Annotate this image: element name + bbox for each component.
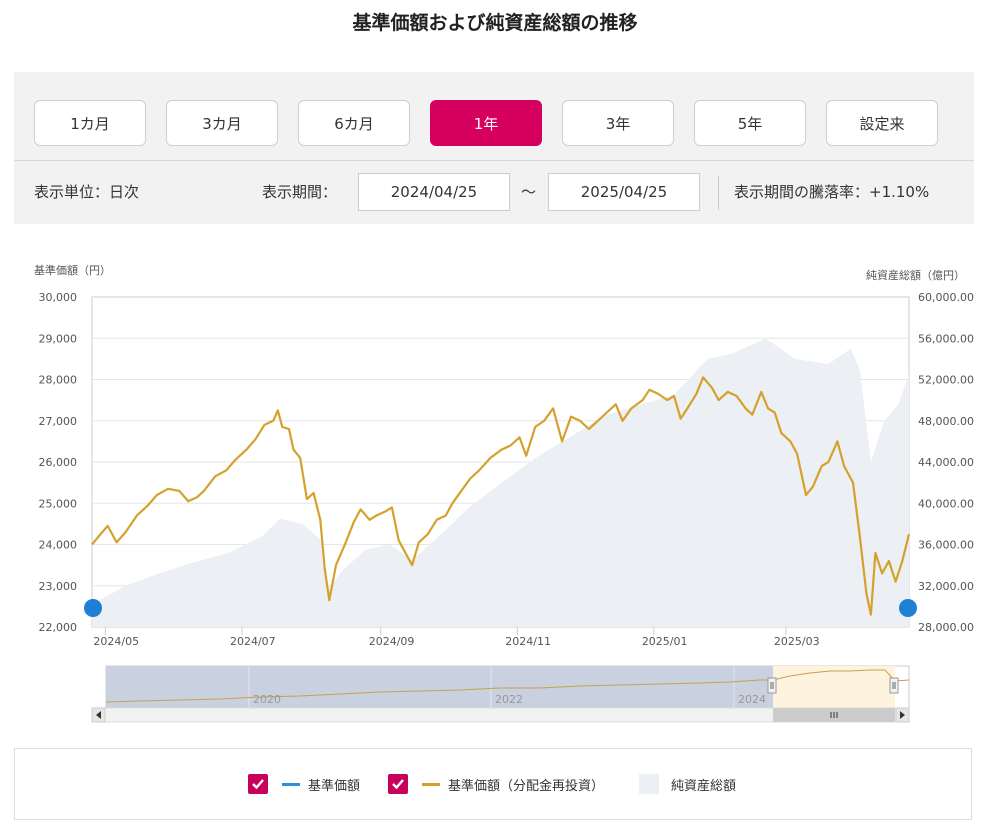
chart-legend: 基準価額 基準価額（分配金再投資） 純資産総額 xyxy=(14,748,972,820)
y-left-tick-label: 24,000 xyxy=(39,539,78,552)
checkbox-checked-icon[interactable] xyxy=(388,774,408,794)
navigator-mask xyxy=(106,666,773,708)
y-left-tick-label: 27,000 xyxy=(39,415,78,428)
navigator-left-handle[interactable] xyxy=(767,677,777,694)
x-tick-label: 2025/01 xyxy=(642,635,688,648)
y-right-tick-label: 40,000.00 xyxy=(918,497,974,510)
y-left-tick-label: 30,000 xyxy=(39,291,78,304)
x-tick-label: 2024/11 xyxy=(505,635,551,648)
y-left-tick-label: 26,000 xyxy=(39,456,78,469)
y-left-tick-label: 29,000 xyxy=(39,332,78,345)
y-right-tick-label: 48,000.00 xyxy=(918,415,974,428)
legend-label-nav: 基準価額 xyxy=(308,778,361,794)
price-chart[interactable]: 30,000 29,000 28,000 27,000 26,000 25,000 24,0… xyxy=(0,0,1007,740)
navigator-year-label: 2022 xyxy=(495,693,523,706)
y-right-tick-label: 52,000.00 xyxy=(918,374,974,387)
legend-swatch-nav-reinvest xyxy=(422,782,440,786)
navigator-year-label: 2024 xyxy=(738,693,766,706)
legend-item-nav-reinvest[interactable]: 基準価額（分配金再投資） xyxy=(388,774,604,794)
distribution-marker-icon[interactable] xyxy=(899,599,917,617)
x-tick-label: 2025/03 xyxy=(774,635,820,648)
x-tick-label: 2024/09 xyxy=(369,635,415,648)
legend-label-nav-reinvest: 基準価額（分配金再投資） xyxy=(448,778,605,794)
y-right-tick-label: 32,000.00 xyxy=(918,580,974,593)
y-left-tick-label: 23,000 xyxy=(39,580,78,593)
legend-swatch-net-assets xyxy=(639,774,659,794)
y-right-tick-label: 56,000.00 xyxy=(918,332,974,345)
legend-item-nav[interactable]: 基準価額 xyxy=(248,774,360,794)
y-right-tick-label: 44,000.00 xyxy=(918,456,974,469)
y-left-tick-label: 28,000 xyxy=(39,374,78,387)
x-tick-label: 2024/07 xyxy=(230,635,276,648)
y-right-tick-label: 36,000.00 xyxy=(918,539,974,552)
checkbox-checked-icon[interactable] xyxy=(248,774,268,794)
navigator-right-handle[interactable] xyxy=(889,677,899,694)
x-tick-label: 2024/05 xyxy=(93,635,139,648)
y-right-tick-label: 60,000.00 xyxy=(918,291,974,304)
navigator-selected-range[interactable] xyxy=(773,666,895,708)
navigator-year-label: 2020 xyxy=(253,693,281,706)
legend-swatch-nav xyxy=(282,782,300,786)
y-left-tick-label: 25,000 xyxy=(39,497,78,510)
distribution-marker-icon[interactable] xyxy=(84,599,102,617)
y-left-tick-label: 22,000 xyxy=(39,621,78,634)
legend-label-net-assets: 純資産総額 xyxy=(671,778,737,794)
y-right-tick-label: 28,000.00 xyxy=(918,621,974,634)
legend-item-net-assets[interactable]: 純資産総額 xyxy=(639,774,736,794)
